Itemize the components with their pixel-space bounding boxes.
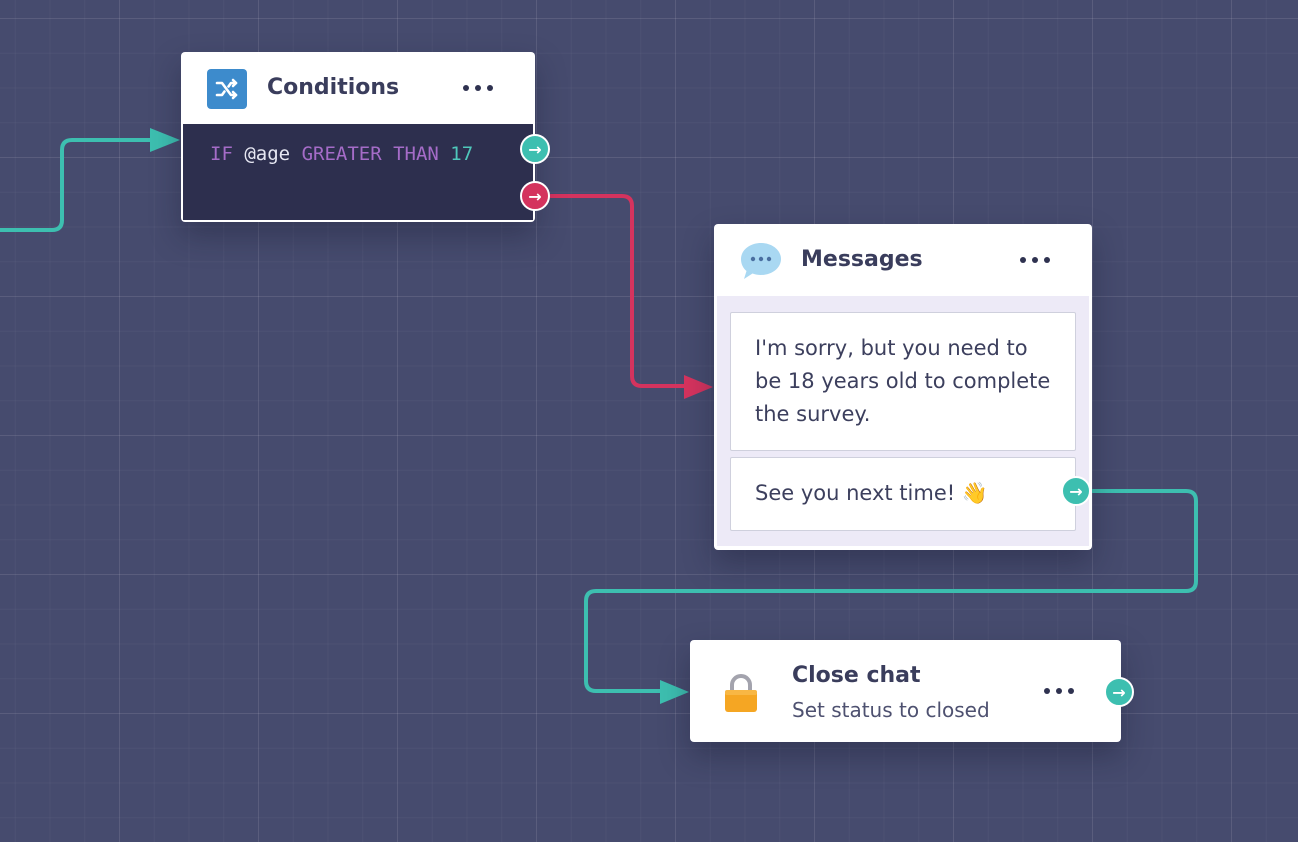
speech-bubble-icon (738, 240, 784, 282)
condition-value: 17 (450, 143, 474, 165)
messages-more-button[interactable] (1017, 248, 1053, 272)
conditions-node[interactable]: Conditions IF @age GREATER THAN 17 → → (181, 52, 550, 222)
message-item[interactable]: See you next time! 👋 (730, 457, 1076, 531)
close-chat-subtitle: Set status to closed (792, 698, 990, 722)
arrowhead-close-chat-input (660, 680, 689, 704)
close-chat-title: Close chat (792, 663, 921, 688)
close-chat-node[interactable]: Close chat Set status to closed → (690, 640, 1134, 742)
message-item[interactable]: I'm sorry, but you need to be 18 years o… (730, 312, 1076, 451)
lock-icon (722, 672, 760, 718)
more-dot (487, 85, 493, 91)
messages-output-port[interactable]: → (1061, 476, 1091, 506)
close-chat-more-button[interactable] (1041, 679, 1077, 703)
conditions-false-output-port[interactable]: → (520, 181, 550, 211)
messages-node[interactable]: Messages I'm sorry, but you need to be 1… (714, 224, 1092, 550)
arrow-right-icon: → (528, 186, 542, 206)
shuffle-icon (207, 69, 247, 109)
arrowhead-conditions-input (150, 128, 180, 152)
arrowhead-messages-input (684, 375, 713, 399)
connector-conditions-false-to-messages[interactable] (549, 194, 700, 388)
condition-expression[interactable]: IF @age GREATER THAN 17 (183, 124, 533, 220)
conditions-more-button[interactable] (460, 76, 496, 100)
messages-list: I'm sorry, but you need to be 18 years o… (717, 296, 1089, 546)
messages-header: Messages (714, 224, 1092, 296)
more-dot (1068, 688, 1074, 694)
condition-operator: GREATER THAN (301, 143, 439, 165)
condition-keyword-if: IF (210, 143, 233, 165)
more-dot (463, 85, 469, 91)
more-dot (475, 85, 481, 91)
arrow-right-icon: → (1069, 481, 1083, 501)
more-dot (1032, 257, 1038, 263)
conditions-header: Conditions (181, 52, 535, 124)
more-dot (1044, 688, 1050, 694)
more-dot (1020, 257, 1026, 263)
close-chat-output-port[interactable]: → (1104, 677, 1134, 707)
connector-entry-to-conditions[interactable] (0, 138, 168, 232)
arrow-right-icon: → (528, 139, 542, 159)
more-dot (1044, 257, 1050, 263)
arrow-right-icon: → (1112, 682, 1126, 702)
conditions-title: Conditions (267, 75, 400, 100)
conditions-true-output-port[interactable]: → (520, 134, 550, 164)
more-dot (1056, 688, 1062, 694)
messages-title: Messages (801, 247, 923, 272)
condition-variable: @age (244, 143, 291, 165)
